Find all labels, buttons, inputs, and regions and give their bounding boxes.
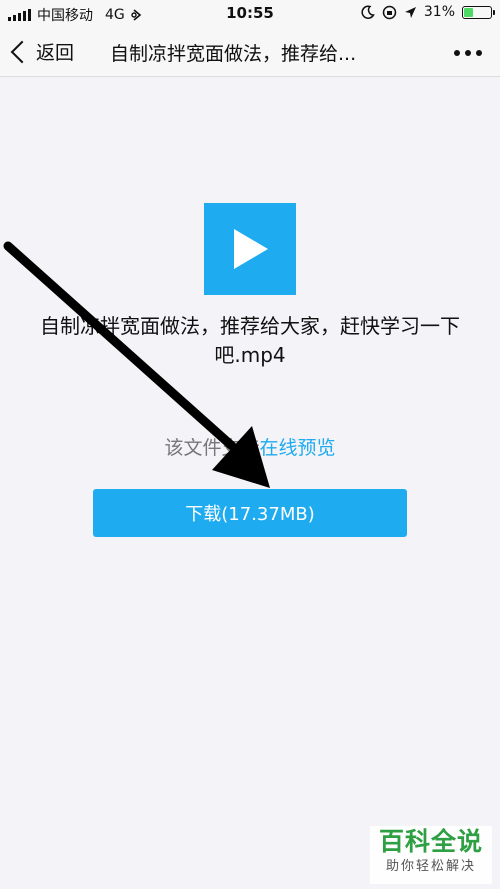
back-button[interactable]: 返回 [8,38,74,65]
play-triangle-icon [234,229,268,269]
watermark-logo: 百科全说 助你轻松解决 [370,826,492,884]
battery-percent: 31% [423,4,455,20]
battery-fill [464,7,473,17]
online-preview-link[interactable]: 在线预览 [260,437,336,459]
battery-icon [462,5,495,19]
preview-line: 该文件支持在线预览 [0,433,500,460]
status-bar: 中国移动 4G 10:55 31% [0,0,500,28]
orientation-lock-icon [382,5,397,19]
download-button[interactable]: 下载(17.37MB) [93,489,407,537]
moon-icon [361,5,375,19]
watermark-sub: 助你轻松解决 [385,859,476,874]
nav-bar: 返回 自制凉拌宽面做法，推荐给... [0,28,500,77]
file-name: 自制凉拌宽面做法，推荐给大家，赶快学习一下吧.mp4 [40,314,460,367]
video-play-icon [204,203,296,295]
status-right: 31% [361,4,495,20]
chevron-left-icon [10,40,34,63]
page-title: 自制凉拌宽面做法，推荐给... [110,43,357,65]
more-options-icon[interactable] [454,50,482,56]
back-label: 返回 [36,42,75,64]
location-icon [404,6,416,18]
watermark-main: 百科全说 [378,827,483,856]
preview-prefix: 该文件支持 [164,437,260,459]
